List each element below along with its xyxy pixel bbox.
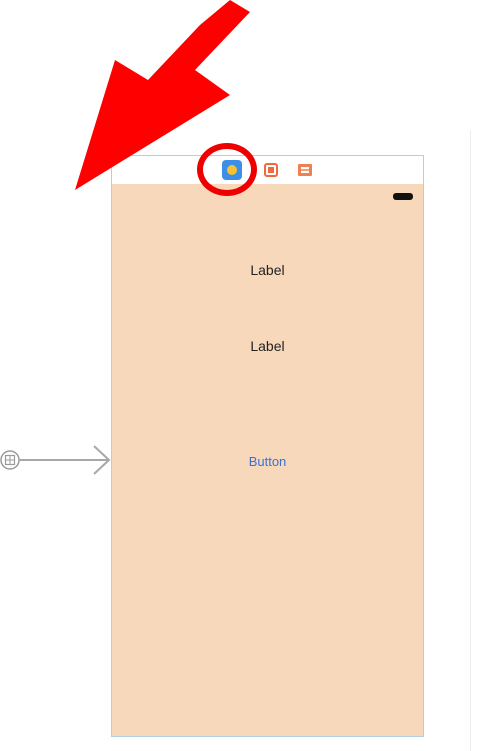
button[interactable]: Button [112, 454, 423, 469]
pointer-arrow-annotation [75, 0, 250, 190]
first-responder-icon[interactable] [262, 161, 280, 179]
canvas-divider [470, 130, 471, 751]
view-controller-scene[interactable]: Label Label Button [111, 155, 424, 737]
storyboard-entry-point-arrow[interactable] [0, 440, 114, 480]
storyboard-canvas: Label Label Button [0, 0, 478, 751]
battery-icon [393, 193, 413, 200]
main-view[interactable]: Label Label Button [112, 184, 423, 736]
label-2[interactable]: Label [112, 338, 423, 354]
exit-icon[interactable] [296, 161, 314, 179]
label-1[interactable]: Label [112, 262, 423, 278]
entry-point-icon [0, 450, 20, 470]
